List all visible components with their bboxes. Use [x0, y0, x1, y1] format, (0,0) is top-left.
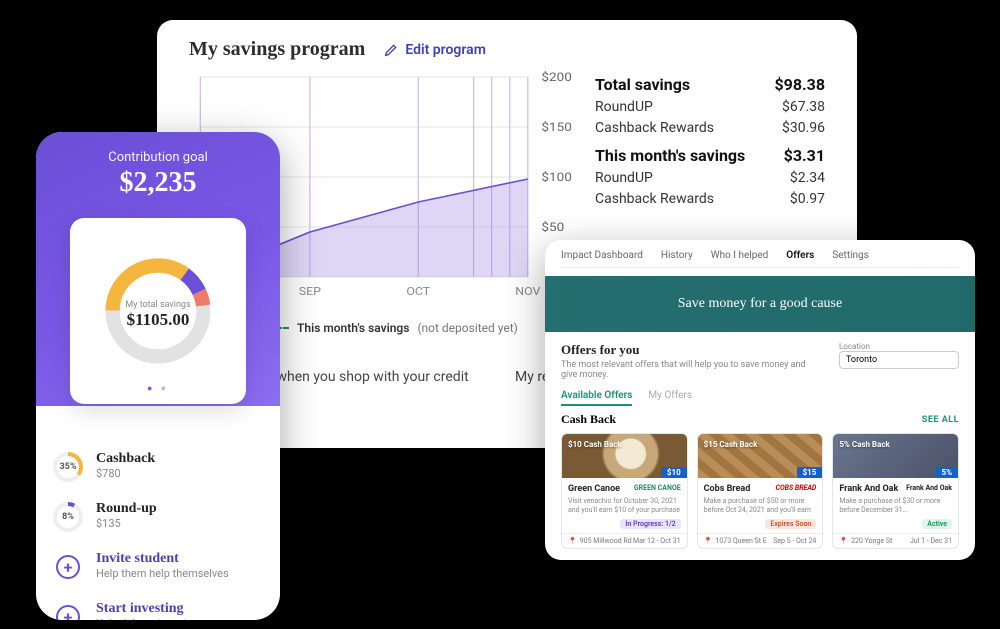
- svg-text:$100: $100: [541, 171, 571, 185]
- invite-student-item[interactable]: + Invite studentHelp them help themselve…: [52, 542, 264, 592]
- nav-tab-settings[interactable]: Settings: [832, 250, 869, 261]
- svg-text:$150: $150: [541, 121, 571, 135]
- pin-icon: 📍: [568, 537, 577, 545]
- pager-dots[interactable]: ● ●: [70, 383, 246, 394]
- offers-nav-tabs: Impact Dashboard History Who I helped Offer…: [561, 250, 959, 268]
- offers-hero-banner: Save money for a good cause: [545, 276, 975, 332]
- svg-text:OCT: OCT: [406, 285, 430, 298]
- cashback-section-title: Cash Back: [561, 412, 616, 427]
- svg-text:$200: $200: [541, 71, 571, 85]
- offer-card[interactable]: 5% Cash Back5%Frank And OakFrank And Oak…: [832, 433, 959, 549]
- location-label: Location: [839, 342, 959, 351]
- contribution-mobile-card: Contribution goal $2,235 My total saving…: [36, 132, 280, 620]
- offers-subheading: The most relevant offers that will help …: [561, 360, 819, 380]
- nav-tab-who-i-helped[interactable]: Who I helped: [711, 250, 769, 261]
- nav-tab-impact-dashboard[interactable]: Impact Dashboard: [561, 250, 643, 261]
- available-offers-tab[interactable]: Available Offers: [561, 390, 632, 406]
- edit-program-button[interactable]: Edit program: [383, 42, 486, 58]
- goal-amount: $2,235: [36, 167, 280, 199]
- my-offers-tab[interactable]: My Offers: [648, 390, 692, 406]
- total-savings-card: My total savings $1105.00 ● ●: [70, 218, 246, 404]
- plus-icon: +: [56, 605, 80, 620]
- nav-tab-offers[interactable]: Offers: [786, 250, 814, 261]
- cashback-ring-icon: 35%: [53, 452, 83, 482]
- svg-text:SEP: SEP: [299, 285, 321, 298]
- svg-text:$50: $50: [541, 221, 564, 235]
- offers-heading: Offers for you: [561, 342, 819, 358]
- see-all-link[interactable]: SEE ALL: [922, 415, 959, 425]
- pencil-icon: [383, 42, 399, 58]
- pin-icon: 📍: [704, 537, 713, 545]
- plus-icon: +: [56, 555, 80, 579]
- offer-card[interactable]: $10 Cash Back$10Green CanoeGREEN CANOEVi…: [561, 433, 688, 549]
- roundup-ring-icon: 8%: [53, 502, 83, 532]
- pin-icon: 📍: [839, 537, 848, 545]
- location-input[interactable]: [839, 351, 959, 369]
- nav-tab-history[interactable]: History: [661, 250, 693, 261]
- svg-text:NOV: NOV: [515, 285, 541, 298]
- roundup-item[interactable]: 8% Round-up$135: [52, 492, 264, 542]
- goal-label: Contribution goal: [36, 150, 280, 165]
- cashback-item[interactable]: 35% Cashback$780: [52, 442, 264, 492]
- offers-panel: Impact Dashboard History Who I helped Offer…: [545, 240, 975, 560]
- savings-title: My savings program: [189, 38, 365, 61]
- offer-card[interactable]: $15 Cash Back$15Cobs BreadCOBS BREADMake…: [697, 433, 824, 549]
- start-investing-item[interactable]: + Start investingUnlock investments once…: [52, 592, 264, 620]
